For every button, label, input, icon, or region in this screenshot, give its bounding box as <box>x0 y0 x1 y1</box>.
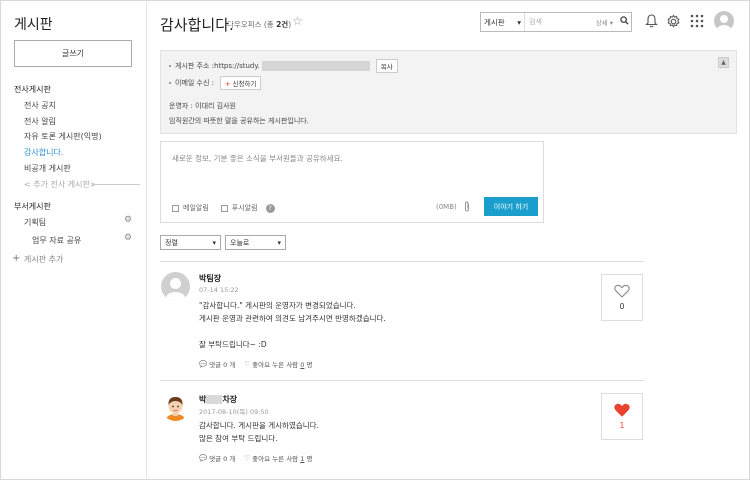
post-text-line: "감사합니다." 게시판의 운영자가 변경되었습니다. <box>199 301 356 310</box>
post-meta: 💬 댓글 0 개 ♡ 좋아요 누른 사람 1 명 <box>199 453 312 463</box>
heart-outline-icon <box>614 284 630 298</box>
push-notify-checkbox[interactable] <box>220 204 228 212</box>
chevron-down-icon: ▾ <box>277 238 281 247</box>
board-operator: 운영자 : 이대리 김사원 <box>169 102 236 110</box>
like-count: 0 <box>619 302 625 311</box>
post-text-line: 많은 참여 부탁 드립니다. <box>199 434 278 443</box>
post-text-line: 게시판 운영과 관련하여 의견도 남겨주시면 반영하겠습니다. <box>199 314 386 323</box>
page-subtitle: 다우오피스 (총 2건) <box>227 20 292 29</box>
post-author-avatar[interactable] <box>161 272 190 301</box>
like-button[interactable]: 0 <box>601 274 643 321</box>
sidebar: 게시판 글쓰기 전사게시판 전사 공지 전사 알림 자유 토론 게시판(익명) … <box>0 0 147 480</box>
comment-link[interactable]: 댓글 0 개 <box>209 453 235 463</box>
post-author[interactable]: 박팀장 <box>199 273 221 284</box>
subscribe-button[interactable]: + 신청하기 <box>220 76 262 90</box>
search-bar: 게시판 ▾ 검색 상세 ▾ <box>480 12 632 32</box>
company-board-section: 전사게시판 <box>14 85 51 94</box>
bell-icon[interactable] <box>643 13 659 29</box>
sort-select[interactable]: 정렬 ▾ <box>160 235 221 250</box>
post-author[interactable]: 박 차장 <box>199 394 237 405</box>
collapse-icon[interactable]: ▲ <box>718 57 729 68</box>
sidebar-item-private-board[interactable]: 비공개 게시판 <box>24 163 71 174</box>
like-count: 1 <box>619 421 625 430</box>
post-composer[interactable]: 새로운 정보, 기분 좋은 소식을 부서원들과 공유하세요. 메일알림 푸시알림… <box>160 141 544 223</box>
post-text-line: 감사합니다. 게시판을 게시하였습니다. <box>199 421 319 430</box>
divider <box>160 261 644 262</box>
notify-options: 메일알림 푸시알림 ? <box>172 203 275 213</box>
work-share-gear-icon[interactable]: ⚙ <box>124 233 132 243</box>
help-icon[interactable]: ? <box>265 203 275 213</box>
sidebar-item-planning[interactable]: 기획팀 <box>24 217 46 228</box>
chevron-down-icon: ▾ <box>517 17 521 27</box>
copy-button[interactable]: 복사 <box>375 59 398 73</box>
redacted-name <box>206 395 223 404</box>
add-board-link[interactable]: 게시판 추가 <box>24 254 63 265</box>
post-date: 07-14 15:22 <box>199 286 239 294</box>
attachment-size: (0MB) <box>436 203 457 211</box>
chevron-down-icon: ▾ <box>212 238 216 247</box>
comment-icon: 💬 <box>199 454 208 462</box>
post-count: 2건 <box>276 20 289 29</box>
board-info-panel: 게시판 주소 :https://study. 복사 이메일 수신 : + 신청하기… <box>160 50 737 134</box>
board-address-row: 게시판 주소 :https://study. 복사 <box>169 59 398 73</box>
composer-input[interactable]: 새로운 정보, 기분 좋은 소식을 부서원들과 공유하세요. <box>172 153 343 164</box>
post-author-avatar[interactable] <box>161 392 190 421</box>
likers-link[interactable]: 좋아요 누른 사람 0 명 <box>252 359 312 369</box>
divider <box>160 380 644 381</box>
heart-outline-icon: ♡ <box>244 360 251 368</box>
mail-notify-checkbox[interactable] <box>172 204 179 212</box>
search-icon[interactable] <box>617 16 631 28</box>
search-detail-toggle[interactable]: 상세 ▾ <box>596 17 617 27</box>
likers-link[interactable]: 좋아요 누른 사람 1 명 <box>252 453 312 463</box>
heart-outline-icon: ♡ <box>244 454 251 462</box>
post-date: 2017-08-10(목) 09:50 <box>199 408 269 416</box>
page-title: 감사합니다. <box>160 16 234 34</box>
user-avatar[interactable] <box>714 11 734 31</box>
gear-icon[interactable] <box>665 13 681 29</box>
like-button[interactable]: 1 <box>601 393 643 440</box>
write-button[interactable]: 글쓰기 <box>14 40 132 67</box>
board-description: 임직원간의 따뜻한 말을 공유하는 게시판입니다. <box>169 117 309 125</box>
sidebar-item-company-alert[interactable]: 전사 알림 <box>24 116 56 127</box>
comment-icon: 💬 <box>199 360 208 368</box>
paperclip-icon[interactable] <box>463 201 471 215</box>
search-input[interactable]: 검색 <box>525 17 596 27</box>
submit-post-button[interactable]: 이야기 하기 <box>484 197 538 216</box>
comment-link[interactable]: 댓글 0 개 <box>209 359 235 369</box>
post-meta: 💬 댓글 0 개 ♡ 좋아요 누른 사람 0 명 <box>199 359 312 369</box>
email-subscribe-row: 이메일 수신 : + 신청하기 <box>169 76 262 90</box>
post-text-line: 잘 부탁드립니다~ :D <box>199 340 267 349</box>
sidebar-item-work-share[interactable]: 업무 자료 공유 <box>32 235 81 246</box>
redacted-url <box>261 61 370 71</box>
search-scope-select[interactable]: 게시판 ▾ <box>481 13 525 31</box>
planning-gear-icon[interactable]: ⚙ <box>124 215 132 225</box>
heart-filled-icon <box>614 403 630 417</box>
sidebar-item-free-discussion[interactable]: 자유 토론 게시판(익명) <box>24 131 102 142</box>
order-select[interactable]: 오늘로 ▾ <box>225 235 286 250</box>
sidebar-item-thanks[interactable]: 감사합니다. <box>24 147 63 158</box>
sidebar-item-company-notice[interactable]: 전사 공지 <box>24 100 56 111</box>
sidebar-add-underline <box>92 184 140 185</box>
sidebar-title: 게시판 <box>14 17 53 33</box>
plus-icon[interactable]: + <box>12 253 20 264</box>
star-icon[interactable]: ☆ <box>292 14 303 28</box>
sidebar-add-company-board[interactable]: < 추가 전사 게시판> <box>24 179 97 190</box>
dept-board-section: 부서게시판 <box>14 202 51 211</box>
apps-grid-icon[interactable] <box>689 13 705 29</box>
